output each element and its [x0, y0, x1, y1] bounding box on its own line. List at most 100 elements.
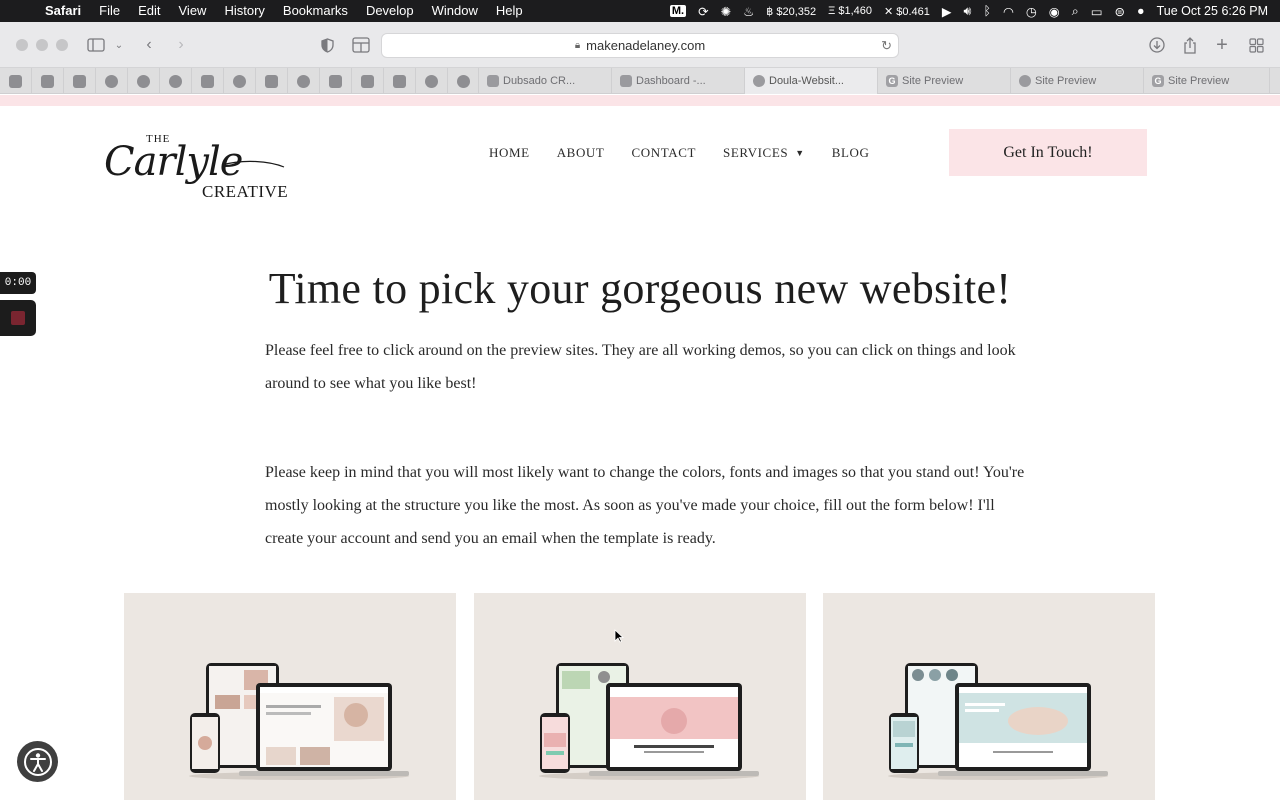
- template-card-1[interactable]: [124, 593, 456, 800]
- pinned-tab[interactable]: [352, 68, 384, 94]
- plus-square-icon: [73, 74, 86, 88]
- pinned-tab[interactable]: [64, 68, 96, 94]
- list-icon: [329, 74, 342, 88]
- menu-file[interactable]: File: [90, 0, 129, 22]
- downloads-icon[interactable]: [1148, 33, 1166, 57]
- sync-icon[interactable]: ⟳: [698, 4, 708, 19]
- image-icon: [361, 74, 374, 88]
- reload-icon[interactable]: ↻: [881, 38, 892, 54]
- pinned-tab[interactable]: [416, 68, 448, 94]
- pinned-tab[interactable]: [160, 68, 192, 94]
- battery-icon[interactable]: ▭: [1091, 4, 1103, 19]
- forward-button[interactable]: ›: [172, 33, 190, 57]
- template-card-2[interactable]: [474, 593, 806, 800]
- pinned-tab[interactable]: [0, 68, 32, 94]
- pinned-tab[interactable]: [192, 68, 224, 94]
- new-tab-icon[interactable]: +: [1213, 33, 1231, 57]
- whale-icon: [201, 74, 214, 88]
- control-center-icon[interactable]: ⊜: [1115, 4, 1125, 19]
- bluetooth-icon[interactable]: ᛒ: [983, 4, 991, 18]
- pinned-tab[interactable]: [448, 68, 479, 94]
- address-bar[interactable]: 🔒︎ makenadelaney.com ↻: [381, 33, 899, 58]
- chevron-down-icon[interactable]: ⌄: [113, 33, 125, 57]
- get-in-touch-button[interactable]: Get In Touch!: [949, 129, 1147, 176]
- window-minimize-button[interactable]: [36, 39, 48, 51]
- spotlight-search-icon[interactable]: ⌕: [1072, 4, 1079, 19]
- template-card-3[interactable]: [823, 593, 1155, 800]
- menu-edit[interactable]: Edit: [129, 0, 169, 22]
- back-button[interactable]: ‹: [140, 33, 158, 57]
- nav-about[interactable]: ABOUT: [557, 145, 605, 161]
- flame-icon[interactable]: ♨: [743, 4, 754, 19]
- pinned-tab[interactable]: [256, 68, 288, 94]
- nav-services[interactable]: SERVICES ▼: [723, 145, 805, 161]
- top-accent-strip: [0, 95, 1280, 106]
- gear-icon: [425, 74, 438, 88]
- privacy-shield-icon[interactable]: [318, 33, 336, 57]
- safari-toolbar: ⌄ ‹ › 🔒︎ makenadelaney.com ↻ +: [0, 22, 1280, 68]
- main-nav: HOME ABOUT CONTACT SERVICES ▼ BLOG: [489, 145, 870, 161]
- share-icon[interactable]: [1181, 33, 1199, 57]
- sun-icon[interactable]: ✺: [721, 4, 731, 19]
- volume-icon[interactable]: 🔊︎: [964, 4, 972, 19]
- page-heading: Time to pick your gorgeous new website!: [268, 264, 1012, 313]
- menu-view[interactable]: View: [170, 0, 216, 22]
- siri-icon[interactable]: ●: [1137, 4, 1145, 18]
- menubar-clock[interactable]: Tue Oct 25 6:26 PM: [1157, 4, 1268, 18]
- pinned-tab[interactable]: [32, 68, 64, 94]
- window-zoom-button[interactable]: [56, 39, 68, 51]
- device-mockup-image: [189, 663, 409, 780]
- pinned-tab[interactable]: [96, 68, 128, 94]
- chevron-down-icon: ▼: [795, 148, 805, 158]
- circle-icon: [105, 74, 118, 88]
- trello-icon: [41, 74, 54, 88]
- nav-blog[interactable]: BLOG: [832, 145, 870, 161]
- intro-paragraph: Please feel free to click around on the …: [265, 342, 1016, 392]
- tab-dubsado[interactable]: Dubsado CR...: [479, 68, 612, 94]
- pinned-tab[interactable]: [320, 68, 352, 94]
- eth-ticker[interactable]: Ξ $1,460: [828, 5, 872, 17]
- menu-history[interactable]: History: [215, 0, 273, 22]
- pinned-tab[interactable]: [128, 68, 160, 94]
- menu-bookmarks[interactable]: Bookmarks: [274, 0, 357, 22]
- tab-dashboard[interactable]: Dashboard -...: [612, 68, 745, 94]
- tab-overview-icon[interactable]: [351, 33, 371, 57]
- tab-label: Site Preview: [902, 75, 964, 87]
- tab-site-preview-3[interactable]: G Site Preview: [1144, 68, 1270, 94]
- menu-window[interactable]: Window: [423, 0, 487, 22]
- tab-label: Site Preview: [1035, 75, 1097, 87]
- tab-label: Doula-Websit...: [769, 75, 844, 87]
- show-all-tabs-icon[interactable]: [1247, 33, 1265, 57]
- device-mockup-image: [888, 663, 1108, 780]
- web-page: THE Carlyle CREATIVE HOME ABOUT CONTACT …: [0, 95, 1280, 800]
- sidebar-toggle-icon[interactable]: [86, 33, 106, 57]
- menu-develop[interactable]: Develop: [357, 0, 423, 22]
- pinned-tab[interactable]: [384, 68, 416, 94]
- play-icon[interactable]: ▶: [942, 4, 952, 19]
- nav-contact[interactable]: CONTACT: [631, 145, 696, 161]
- c-icon: [456, 74, 470, 88]
- tab-doula-website[interactable]: Doula-Websit...: [745, 68, 878, 94]
- user-icon[interactable]: ◉: [1049, 4, 1060, 19]
- wifi-icon[interactable]: ◠: [1003, 4, 1014, 19]
- medium-icon[interactable]: M.: [669, 5, 687, 17]
- xrp-ticker[interactable]: ✕ $0.461: [884, 5, 930, 18]
- btc-price: $20,352: [776, 5, 817, 18]
- tab-site-preview-1[interactable]: G Site Preview: [878, 68, 1011, 94]
- btc-ticker[interactable]: ฿ $20,352: [766, 5, 816, 18]
- window-close-button[interactable]: [16, 39, 28, 51]
- pinned-tab[interactable]: [288, 68, 320, 94]
- pinned-tab[interactable]: [224, 68, 256, 94]
- stop-recording-button[interactable]: [0, 300, 36, 336]
- nav-home[interactable]: HOME: [489, 145, 530, 161]
- time-machine-icon[interactable]: ◷: [1026, 4, 1037, 19]
- nav-services-label: SERVICES: [723, 145, 789, 160]
- tab-site-preview-2[interactable]: Site Preview: [1011, 68, 1144, 94]
- menu-app-safari[interactable]: Safari: [36, 0, 90, 22]
- logo-creative-text: CREATIVE: [202, 182, 288, 201]
- accessibility-button[interactable]: [17, 741, 58, 782]
- flower-icon: [753, 75, 765, 87]
- menu-help[interactable]: Help: [487, 0, 532, 22]
- site-logo[interactable]: THE Carlyle CREATIVE: [104, 125, 290, 205]
- globe-icon: [297, 74, 310, 88]
